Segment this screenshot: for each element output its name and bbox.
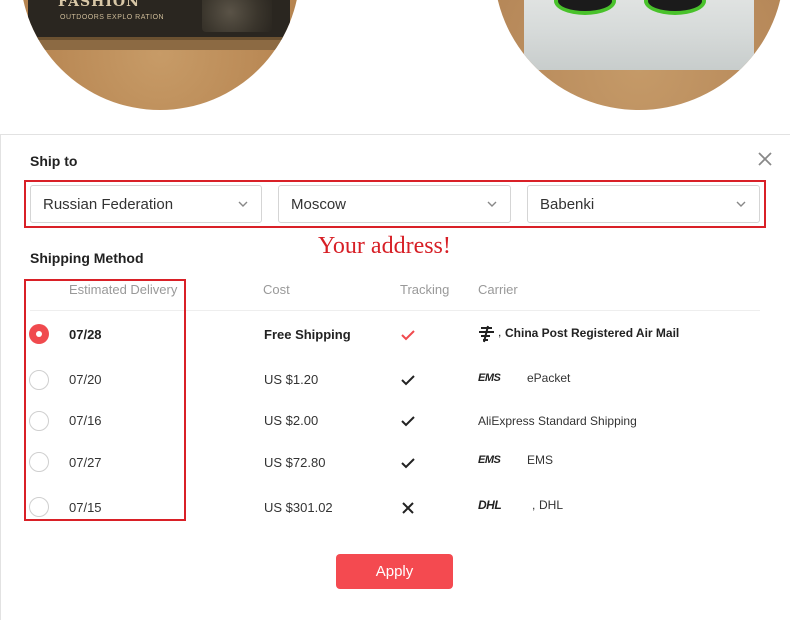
city-select[interactable]: Moscow (278, 185, 511, 223)
close-icon (758, 152, 772, 166)
shipping-method-title: Shipping Method (30, 250, 144, 266)
shipping-row[interactable]: 07/15 US $301.02 DHL , DHL (0, 493, 790, 523)
carrier-name: AliExpress Standard Shipping (478, 414, 637, 428)
product-photo-left: FASHION OUTDOORS EXPLO RATION (20, 0, 300, 110)
shipping-cost: US $1.20 (264, 372, 319, 387)
page: FASHION OUTDOORS EXPLO RATION Ship to Ru… (0, 0, 790, 620)
address-annotation: Your address! (318, 233, 451, 259)
close-button[interactable] (756, 150, 774, 168)
cross-icon (402, 502, 414, 514)
chevron-down-icon (238, 201, 248, 207)
check-icon (401, 458, 415, 469)
carrier-name: ePacket (527, 371, 571, 385)
shoe-box: FASHION OUTDOORS EXPLO RATION (28, 0, 290, 40)
box-brand-text: FASHION (58, 0, 140, 10)
shipping-cost: US $72.80 (264, 455, 326, 470)
ems-logo: EMS (478, 454, 501, 466)
product-photo-right (494, 0, 784, 110)
ems-logo: EMS (478, 372, 501, 384)
check-icon (401, 330, 415, 341)
header-tracking: Tracking (400, 282, 450, 297)
shipping-cost: US $2.00 (264, 413, 319, 428)
country-select[interactable]: Russian Federation (30, 185, 262, 223)
header-cost: Cost (263, 282, 290, 297)
delivery-date: 07/27 (69, 455, 102, 470)
area-value: Babenki (540, 196, 595, 213)
delivery-date: 07/20 (69, 372, 102, 387)
radio-unselected[interactable] (29, 497, 49, 517)
ship-to-title: Ship to (30, 153, 78, 169)
shipping-row[interactable]: 07/28 Free Shipping , China Post Registe… (0, 319, 790, 349)
shipping-row[interactable]: 07/20 US $1.20 EMS ePacket (0, 366, 790, 396)
china-post-icon (479, 325, 494, 343)
carrier-name: EMS (527, 453, 554, 467)
header-carrier: Carrier (478, 282, 518, 297)
carrier-separator: , (498, 325, 502, 339)
shipping-cost: Free Shipping (264, 327, 351, 342)
delivery-date: 07/28 (69, 327, 102, 342)
check-icon (401, 416, 415, 427)
delivery-date: 07/15 (69, 500, 102, 515)
shipping-row[interactable]: 07/16 US $2.00 AliExpress Standard Shipp… (0, 407, 790, 437)
shipping-row[interactable]: 07/27 US $72.80 EMS EMS (0, 448, 790, 478)
carrier-name: China Post Registered Air Mail (505, 326, 680, 340)
city-value: Moscow (291, 196, 347, 213)
apply-button[interactable]: Apply (336, 554, 453, 589)
radio-unselected[interactable] (29, 411, 49, 431)
check-icon (401, 375, 415, 386)
plastic-tray (524, 0, 754, 70)
country-value: Russian Federation (43, 196, 174, 213)
delivery-highlight-frame (24, 279, 186, 521)
shipping-cost: US $301.02 (264, 500, 333, 515)
carrier-name: DHL (539, 498, 564, 512)
radio-unselected[interactable] (29, 452, 49, 472)
box-tagline-text: OUTDOORS EXPLO RATION (60, 14, 165, 21)
chevron-down-icon (736, 201, 746, 207)
carrier-separator: , (532, 498, 536, 512)
radio-selected[interactable] (29, 324, 49, 344)
delivery-date: 07/16 (69, 413, 102, 428)
area-select[interactable]: Babenki (527, 185, 760, 223)
dhl-logo: DHL (478, 498, 502, 512)
box-artwork (202, 0, 272, 32)
cardboard-edge (20, 40, 300, 50)
radio-unselected[interactable] (29, 370, 49, 390)
chevron-down-icon (487, 201, 497, 207)
